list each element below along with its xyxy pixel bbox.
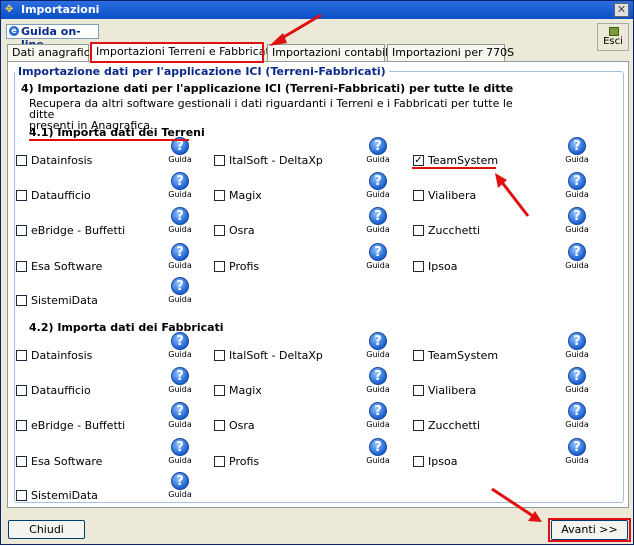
arrow-to-next <box>491 487 534 518</box>
arrow-to-teamsystem <box>499 180 530 217</box>
import-window: ✥ Importazioni ✕ e Guida on-line Esci Da… <box>0 0 634 545</box>
annotation-arrows <box>269 13 542 522</box>
